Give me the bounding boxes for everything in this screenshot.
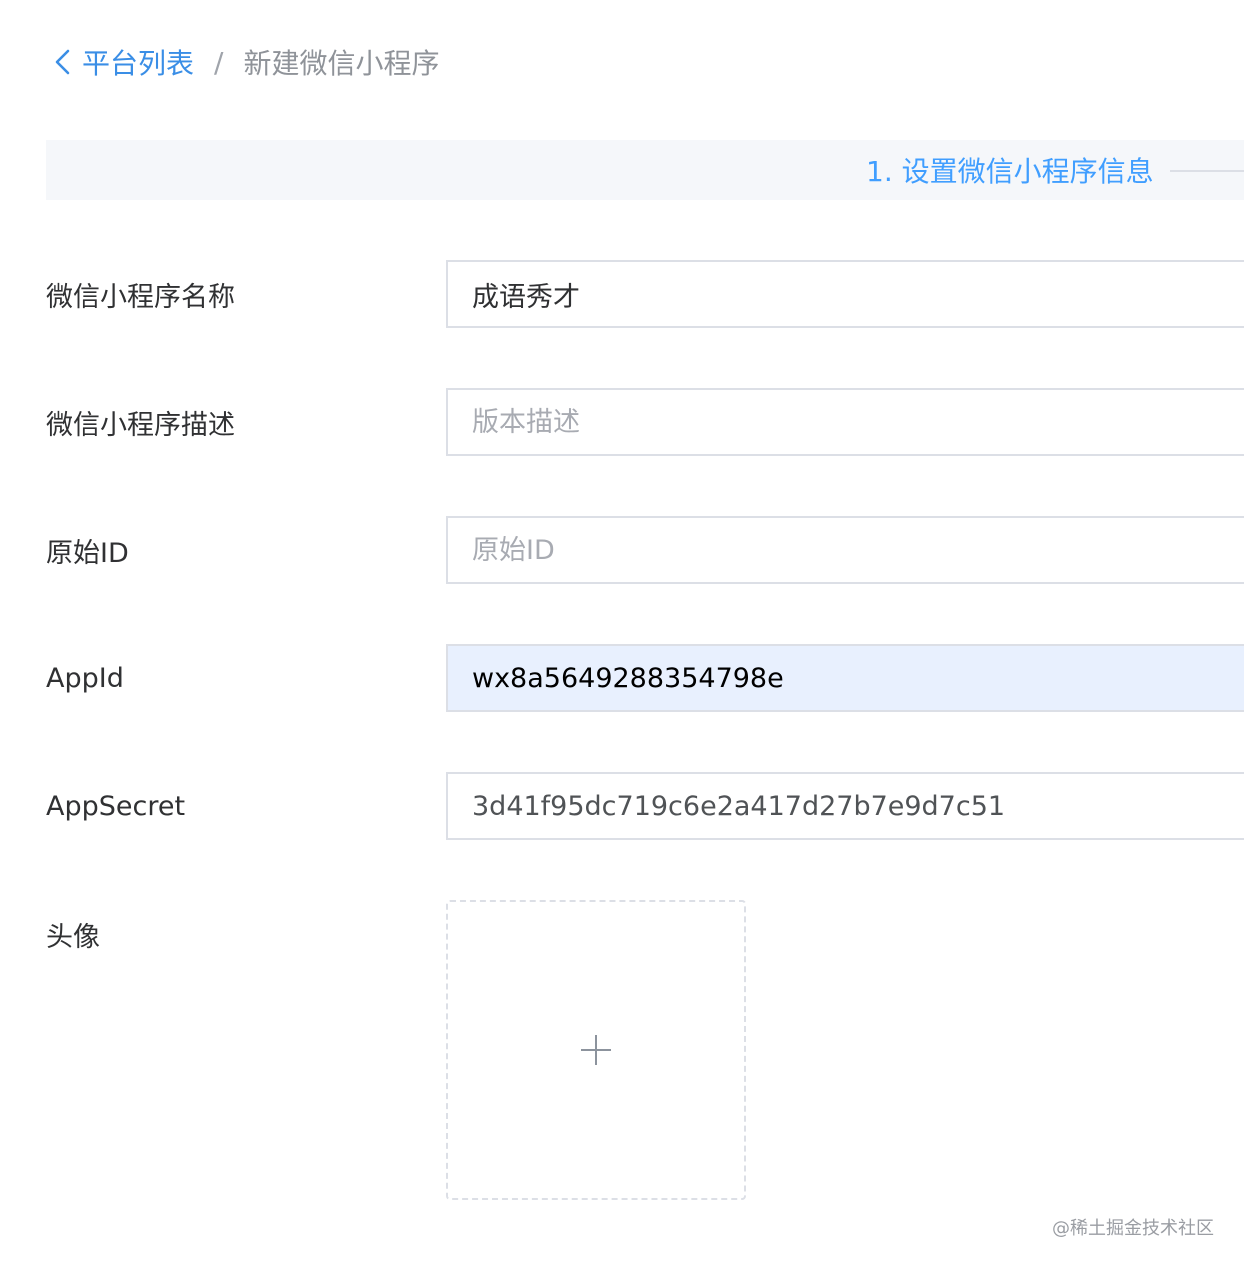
form-row-name: 微信小程序名称 — [46, 260, 1244, 328]
breadcrumb-back-link[interactable]: 平台列表 — [50, 42, 194, 82]
chevron-left-icon — [55, 49, 70, 75]
original-id-label: 原始ID — [46, 537, 129, 569]
avatar-uploader[interactable] — [446, 900, 746, 1200]
watermark: @稀土掘金技术社区 — [1052, 1218, 1214, 1239]
form-row-app-id: AppId — [46, 644, 1244, 712]
app-secret-input[interactable] — [446, 772, 1244, 840]
form-row-app-secret: AppSecret — [46, 772, 1244, 840]
app-id-label: AppId — [46, 662, 124, 694]
app-id-input[interactable] — [446, 644, 1244, 712]
description-label: 微信小程序描述 — [46, 409, 235, 441]
breadcrumb-separator: / — [214, 45, 224, 79]
form-row-description: 微信小程序描述 — [46, 388, 1244, 456]
app-secret-label: AppSecret — [46, 790, 186, 822]
name-label: 微信小程序名称 — [46, 281, 235, 313]
breadcrumb-back-label: 平台列表 — [82, 47, 195, 80]
breadcrumb: 平台列表 / 新建微信小程序 — [50, 40, 439, 84]
form-row-original-id: 原始ID — [46, 516, 1244, 584]
breadcrumb-current: 新建微信小程序 — [243, 47, 440, 80]
page: 平台列表 / 新建微信小程序 1. 设置微信小程序信息 微信小程序名称 微信小程… — [0, 0, 1244, 1270]
steps-bar: 1. 设置微信小程序信息 — [46, 140, 1244, 200]
avatar-label: 头像 — [46, 921, 100, 953]
step-1-title[interactable]: 1. 设置微信小程序信息 — [866, 140, 1154, 200]
plus-icon — [581, 1035, 611, 1065]
original-id-input[interactable] — [446, 516, 1244, 584]
name-input[interactable] — [446, 260, 1244, 328]
step-connector-line — [1170, 170, 1244, 172]
description-input[interactable] — [446, 388, 1244, 456]
